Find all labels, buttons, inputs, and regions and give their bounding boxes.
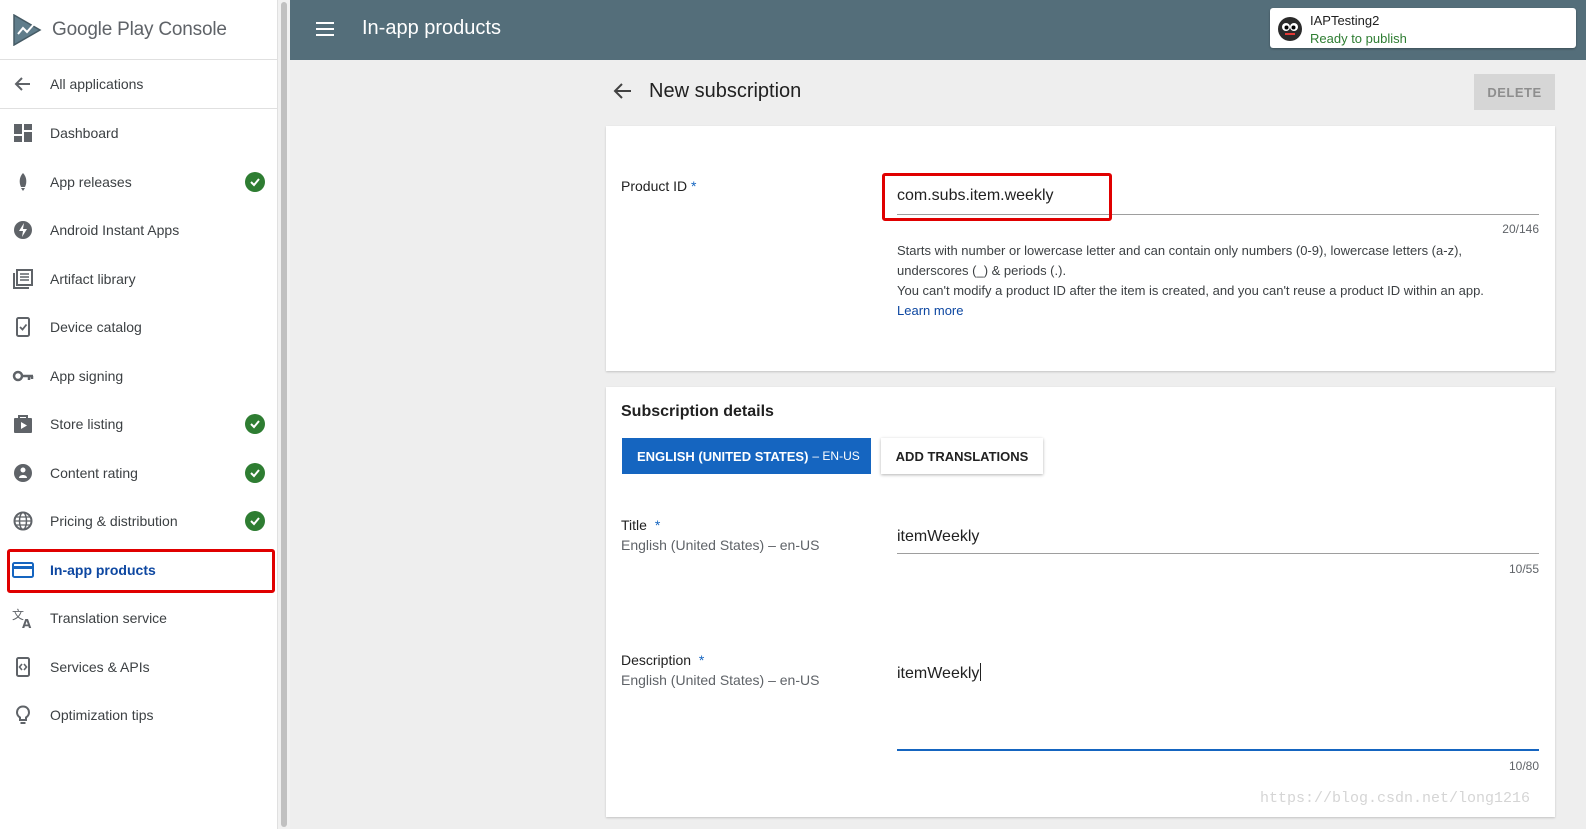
text-caret xyxy=(980,663,982,681)
sidebar-item-label: App signing xyxy=(50,367,124,384)
app-name: IAPTesting2 xyxy=(1310,13,1380,28)
description-counter: 10/80 xyxy=(1508,759,1539,773)
sidebar-item-translation-service[interactable]: 文A Translation service xyxy=(0,594,277,643)
rocket-icon xyxy=(12,171,34,193)
sidebar-item-label: All applications xyxy=(50,76,144,92)
arrow-left-icon xyxy=(12,73,34,95)
topbar-title: In-app products xyxy=(362,17,501,39)
title-locale: English (United States) – en-US xyxy=(621,537,820,553)
page-title: New subscription xyxy=(649,80,802,102)
highlight-box-product-id xyxy=(882,173,1112,221)
sidebar-item-label: Android Instant Apps xyxy=(50,222,180,239)
required-mark: * xyxy=(698,652,705,668)
scrollbar-thumb[interactable] xyxy=(281,2,287,827)
sidebar-item-app-signing[interactable]: App signing xyxy=(0,352,277,401)
description-underline xyxy=(897,749,1539,751)
play-store-icon xyxy=(12,413,34,435)
sidebar-item-label: Artifact library xyxy=(50,270,136,287)
required-mark: * xyxy=(691,178,697,194)
description-input[interactable]: itemWeekly xyxy=(897,663,982,683)
description-label: Description xyxy=(621,652,692,668)
learn-more-link[interactable]: Learn more xyxy=(897,301,1537,321)
sidebar-item-services-apis[interactable]: Services & APIs xyxy=(0,643,277,692)
delete-button[interactable]: DELETE xyxy=(1474,74,1555,110)
sidebar: Google Play Console All applications Das… xyxy=(0,0,278,829)
required-mark: * xyxy=(654,517,661,533)
back-arrow-icon[interactable] xyxy=(612,80,634,102)
dashboard-icon xyxy=(12,122,34,144)
svg-text:A: A xyxy=(22,617,32,629)
sidebar-item-dashboard[interactable]: Dashboard xyxy=(0,109,277,158)
sidebar-item-store-listing[interactable]: Store listing xyxy=(0,400,277,449)
title-label: Title xyxy=(621,517,647,533)
sidebar-item-device-catalog[interactable]: Device catalog xyxy=(0,303,277,352)
sidebar-item-label: App releases xyxy=(50,173,132,190)
subscription-details-card: Subscription details ENGLISH (UNITED STA… xyxy=(606,387,1555,817)
device-icon xyxy=(12,316,34,338)
language-tab-code: – EN-US xyxy=(812,449,860,463)
description-value: itemWeekly xyxy=(897,665,980,682)
check-circle-icon xyxy=(245,462,265,483)
top-app-bar: In-app products IAPTesting2 Ready to pub… xyxy=(290,0,1586,60)
description-locale: English (United States) – en-US xyxy=(621,672,820,688)
sidebar-item-all-applications[interactable]: All applications xyxy=(0,60,277,109)
app-selector[interactable]: IAPTesting2 Ready to publish xyxy=(1270,8,1576,48)
logo-product: Console xyxy=(158,18,227,40)
product-id-help: Starts with number or lowercase letter a… xyxy=(897,241,1537,321)
sidebar-item-artifact-library[interactable]: Artifact library xyxy=(0,255,277,304)
sidebar-item-label: Optimization tips xyxy=(50,707,154,724)
sidebar-item-content-rating[interactable]: Content rating xyxy=(0,449,277,498)
title-input[interactable]: itemWeekly xyxy=(897,528,979,546)
sidebar-item-label: Services & APIs xyxy=(50,658,150,675)
sidebar-item-label: Store listing xyxy=(50,416,124,433)
check-circle-icon xyxy=(245,414,265,435)
sidebar-item-label: Translation service xyxy=(50,610,167,627)
sidebar-item-android-instant-apps[interactable]: Android Instant Apps xyxy=(0,206,277,255)
section-title: Subscription details xyxy=(621,403,774,420)
rating-icon xyxy=(12,462,34,484)
title-counter: 10/55 xyxy=(1508,562,1539,576)
help-line-format: Starts with number or lowercase letter a… xyxy=(897,243,1463,278)
logo-brand: Google Play xyxy=(52,18,154,40)
sidebar-item-optimization-tips[interactable]: Optimization tips xyxy=(0,691,277,740)
sidebar-item-label: Device catalog xyxy=(50,319,142,336)
hamburger-menu-icon[interactable] xyxy=(314,18,336,40)
product-id-counter: 20/146 xyxy=(1502,222,1539,236)
sidebar-item-pricing-distribution[interactable]: Pricing & distribution xyxy=(0,497,277,546)
language-tab-en-us[interactable]: ENGLISH (UNITED STATES) – EN-US xyxy=(622,438,871,474)
product-id-card: Product ID * com.subs.item.weekly 20/146… xyxy=(606,126,1555,371)
sidebar-item-label: Pricing & distribution xyxy=(50,513,178,530)
app-avatar xyxy=(1278,17,1302,41)
language-tab-label: ENGLISH (UNITED STATES) xyxy=(637,448,809,464)
lightbulb-icon xyxy=(12,704,34,726)
check-circle-icon xyxy=(245,511,265,532)
key-icon xyxy=(12,365,34,387)
watermark: https://blog.csdn.net/long1216 xyxy=(1260,790,1531,807)
globe-icon xyxy=(12,510,34,532)
product-id-label: Product ID xyxy=(621,178,688,194)
add-translations-button[interactable]: ADD TRANSLATIONS xyxy=(881,438,1043,474)
help-line-immutable: You can't modify a product ID after the … xyxy=(897,283,1484,298)
api-icon xyxy=(12,656,34,678)
sidebar-item-label: Content rating xyxy=(50,464,138,481)
play-console-logo-icon xyxy=(13,13,42,46)
sidebar-item-app-releases[interactable]: App releases xyxy=(0,158,277,207)
translate-icon: 文A xyxy=(12,607,34,629)
app-status: Ready to publish xyxy=(1310,31,1407,46)
check-circle-icon xyxy=(245,171,265,192)
bolt-icon xyxy=(12,219,34,241)
sidebar-item-label: Dashboard xyxy=(50,125,119,142)
library-icon xyxy=(12,268,34,290)
title-underline xyxy=(897,553,1539,554)
sidebar-scrollbar[interactable] xyxy=(278,0,290,829)
highlight-box-in-app-products xyxy=(7,549,275,593)
logo[interactable]: Google Play Console xyxy=(0,0,277,60)
